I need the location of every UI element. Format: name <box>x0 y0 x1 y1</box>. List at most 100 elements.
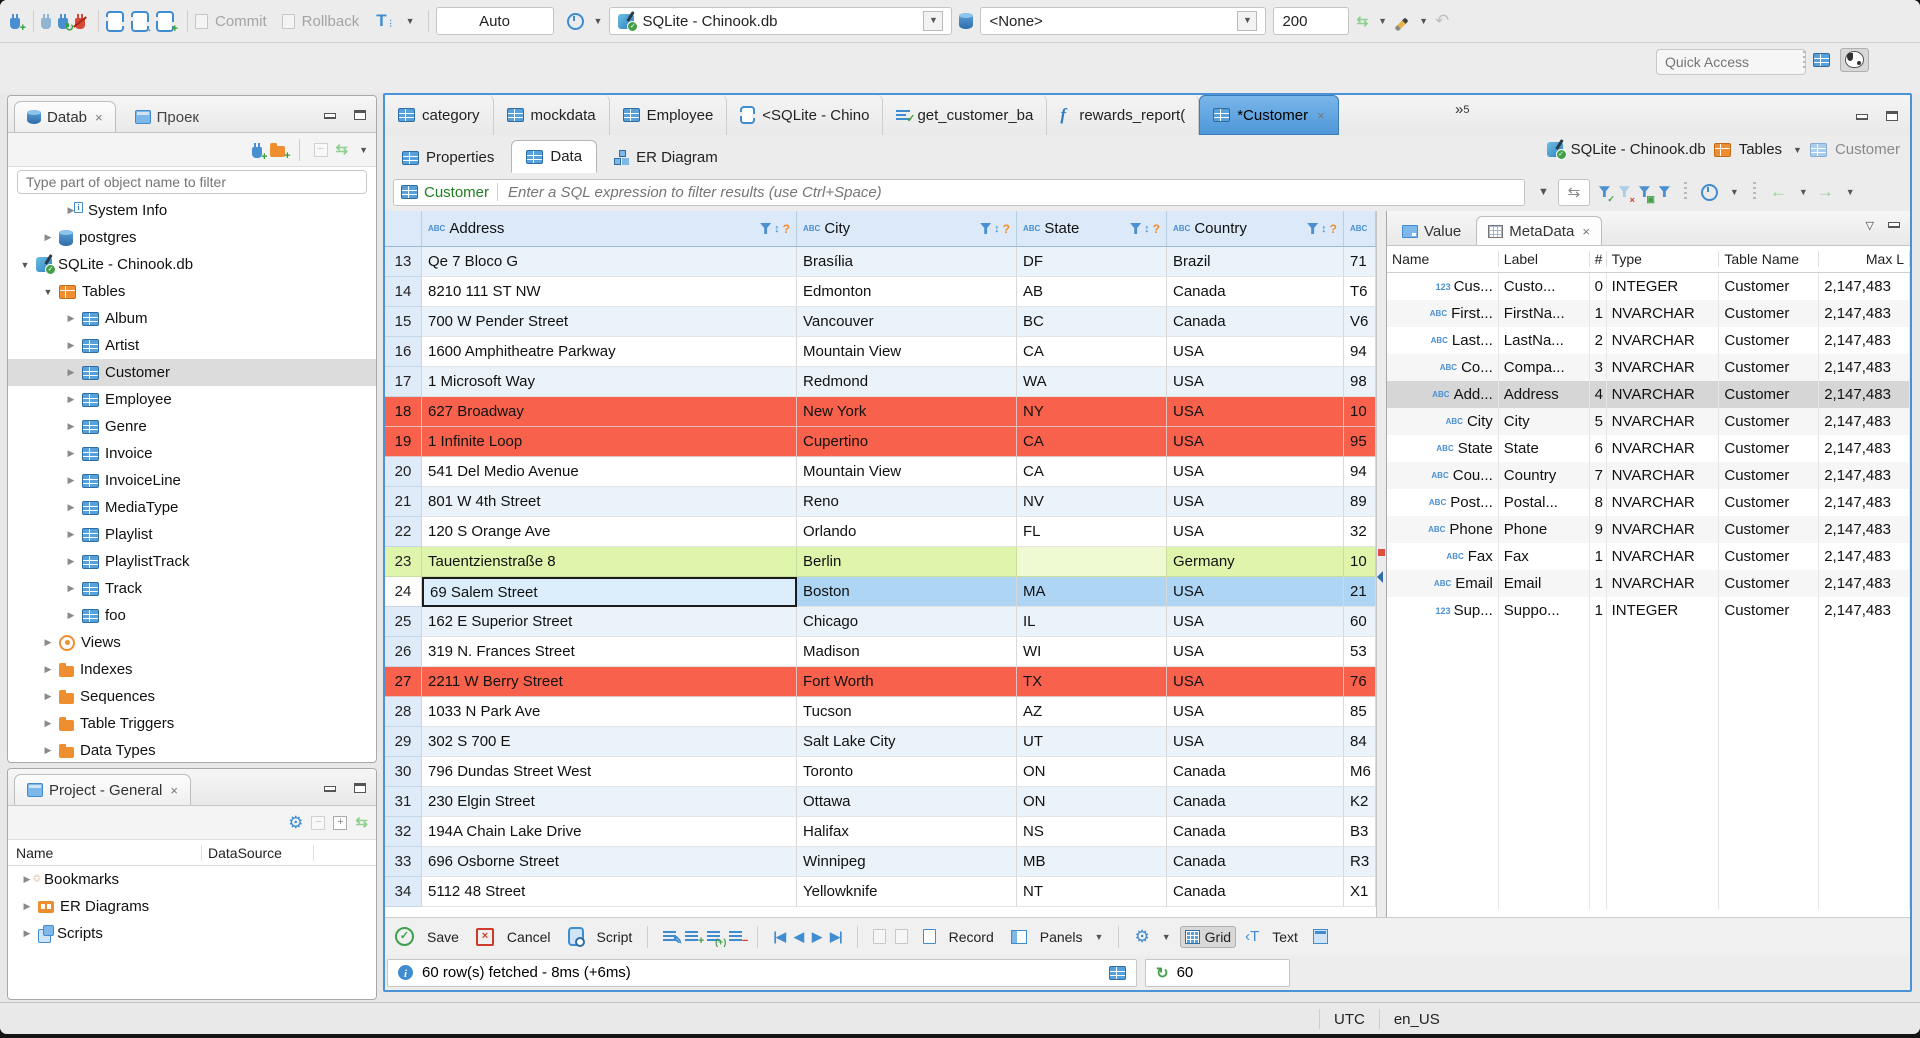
meta-cell-type[interactable]: INTEGER <box>1607 597 1720 624</box>
transaction-log-icon[interactable] <box>566 12 584 30</box>
dbeaver-perspective-button[interactable] <box>1840 48 1869 72</box>
row-number-cell[interactable]: 15 <box>385 307 422 337</box>
editor-tab-sqlite-chino[interactable]: <SQLite - Chino <box>727 95 884 135</box>
meta-cell-label[interactable]: Country <box>1499 462 1590 489</box>
cell-postal-partial[interactable]: 94 <box>1344 337 1376 367</box>
refresh-icon[interactable]: ↻ <box>1156 964 1169 982</box>
cell-state[interactable]: WA <box>1017 367 1167 397</box>
minimize-icon[interactable] <box>323 783 336 793</box>
row-number-cell[interactable]: 16 <box>385 337 422 367</box>
row-number-cell[interactable]: 13 <box>385 247 422 277</box>
meta-cell-table[interactable]: Customer <box>1719 597 1820 624</box>
tree-item-album[interactable]: ▶ Album <box>8 305 376 332</box>
meta-cell-name[interactable]: ABC Cou... <box>1387 462 1499 489</box>
meta-cell-name[interactable]: ABC Phone <box>1387 516 1499 543</box>
cell-country[interactable]: Canada <box>1167 277 1344 307</box>
close-icon[interactable]: × <box>95 110 103 125</box>
cell-city[interactable]: Cupertino <box>797 427 1017 457</box>
chevron-right-icon[interactable]: ▶ <box>66 340 76 351</box>
meta-cell-table[interactable]: Customer <box>1719 516 1820 543</box>
tree-item-table-triggers[interactable]: ▶ Table Triggers <box>8 710 376 737</box>
cell-postal-partial[interactable]: 60 <box>1344 607 1376 637</box>
expand-all-icon[interactable]: + <box>333 815 348 830</box>
quick-access-input[interactable] <box>1656 49 1806 75</box>
tree-item-track[interactable]: ▶ Track <box>8 575 376 602</box>
cell-address[interactable]: 1 Infinite Loop <box>422 427 797 457</box>
cell-postal-partial[interactable]: 84 <box>1344 727 1376 757</box>
meta-cell-name[interactable]: 123 Sup... <box>1387 597 1499 624</box>
row-number-cell[interactable]: 25 <box>385 607 422 637</box>
chevron-down-icon[interactable]: ▼ <box>20 260 30 270</box>
cell-country[interactable]: Brazil <box>1167 247 1344 277</box>
chevron-down-icon[interactable]: ▼ <box>1846 187 1855 197</box>
cell-address[interactable]: 302 S 700 E <box>422 727 797 757</box>
cell-address[interactable]: 700 W Pender Street <box>422 307 797 337</box>
connect-icon[interactable] <box>41 14 51 29</box>
chevron-right-icon[interactable]: ▶ <box>66 475 76 486</box>
cell-city[interactable]: Mountain View <box>797 337 1017 367</box>
tab-database-navigator[interactable]: Datab × <box>14 101 116 132</box>
chevron-right-icon[interactable]: ▶ <box>22 901 32 912</box>
cell-address[interactable]: 8210 111 ST NW <box>422 277 797 307</box>
cell-city[interactable]: Berlin <box>797 547 1017 577</box>
cell-state[interactable]: DF <box>1017 247 1167 277</box>
breadcrumb-container[interactable]: Tables <box>1739 141 1782 158</box>
meta-cell-number[interactable]: 6 <box>1590 435 1607 462</box>
view-menu-icon[interactable]: ▼ <box>359 145 368 155</box>
cell-address[interactable]: 696 Osborne Street <box>422 847 797 877</box>
close-icon[interactable]: × <box>1317 108 1325 123</box>
meta-cell-type[interactable]: NVARCHAR <box>1607 354 1720 381</box>
tree-item-data-types[interactable]: ▶ Data Types <box>8 737 376 762</box>
minimize-icon[interactable] <box>1855 111 1868 121</box>
chevron-right-icon[interactable]: ▶ <box>66 583 76 594</box>
chevron-down-icon[interactable]: ▼ <box>1162 932 1171 942</box>
meta-cell-type[interactable]: NVARCHAR <box>1607 300 1720 327</box>
fetch-page-icon[interactable] <box>872 929 886 944</box>
auto-refresh-icon[interactable] <box>1700 183 1718 201</box>
column-header-country[interactable]: ABC Country ↕? <box>1167 211 1344 247</box>
link-with-editor-icon[interactable]: ⇆ <box>336 142 349 157</box>
tab-projects[interactable]: Проек <box>122 101 212 132</box>
meta-cell-name[interactable]: ABC State <box>1387 435 1499 462</box>
sort-icon[interactable]: ↕ <box>1321 223 1327 235</box>
connection-combo[interactable]: SQLite - Chinook.db ▼ <box>609 7 953 35</box>
sql-filter-input[interactable] <box>506 182 1517 202</box>
tree-item-artist[interactable]: ▶ Artist <box>8 332 376 359</box>
row-number-cell[interactable]: 21 <box>385 487 422 517</box>
meta-cell-table[interactable]: Customer <box>1719 408 1820 435</box>
grid-view-button[interactable]: Grid <box>1179 925 1237 948</box>
meta-cell-type[interactable]: INTEGER <box>1607 273 1720 300</box>
chevron-down-icon[interactable]: ▼ <box>1419 16 1428 26</box>
meta-cell-number[interactable]: 5 <box>1590 408 1607 435</box>
meta-cell-label[interactable]: Fax <box>1499 543 1590 570</box>
cell-address[interactable]: 796 Dundas Street West <box>422 757 797 787</box>
chevron-down-icon[interactable]: ▼ <box>1793 145 1802 155</box>
delete-row-icon[interactable]: − <box>729 931 748 947</box>
cell-state[interactable]: ON <box>1017 757 1167 787</box>
commit-icon[interactable] <box>195 13 208 29</box>
panels-icon[interactable] <box>1010 929 1027 944</box>
cell-city[interactable]: Tucson <box>797 697 1017 727</box>
meta-cell-name[interactable]: ABC Post... <box>1387 489 1499 516</box>
meta-cell-max-length[interactable]: 2,147,483 <box>1819 354 1911 381</box>
row-number-cell[interactable]: 24 <box>385 577 422 607</box>
undo-navigation-icon[interactable]: ↶ <box>1435 11 1449 31</box>
meta-cell-type[interactable]: NVARCHAR <box>1607 435 1720 462</box>
cell-state[interactable]: TX <box>1017 667 1167 697</box>
cell-address[interactable]: 1033 N Park Ave <box>422 697 797 727</box>
connection-filter-button[interactable]: ▼ <box>923 11 944 31</box>
cell-postal-partial[interactable]: 85 <box>1344 697 1376 727</box>
chevron-right-icon[interactable]: ▶ <box>43 232 53 243</box>
cell-city[interactable]: Chicago <box>797 607 1017 637</box>
cell-city[interactable]: Madison <box>797 637 1017 667</box>
meta-cell-label[interactable]: City <box>1499 408 1590 435</box>
column-header-address[interactable]: ABC Address ↕? <box>422 211 797 247</box>
cell-postal-partial[interactable]: 32 <box>1344 517 1376 547</box>
cell-city[interactable]: Boston <box>797 577 1017 607</box>
breadcrumb-table[interactable]: Customer <box>1835 141 1900 158</box>
chevron-down-icon[interactable]: ▼ <box>406 16 415 26</box>
meta-cell-table[interactable]: Customer <box>1719 462 1820 489</box>
metadata-row[interactable]: 123 Cus... Custo... 0 INTEGER Customer 2,147,4… <box>1387 273 1911 300</box>
cancel-button[interactable]: Cancel <box>507 929 551 945</box>
editor-tab-get-customer-ba[interactable]: get_customer_ba <box>883 95 1048 135</box>
